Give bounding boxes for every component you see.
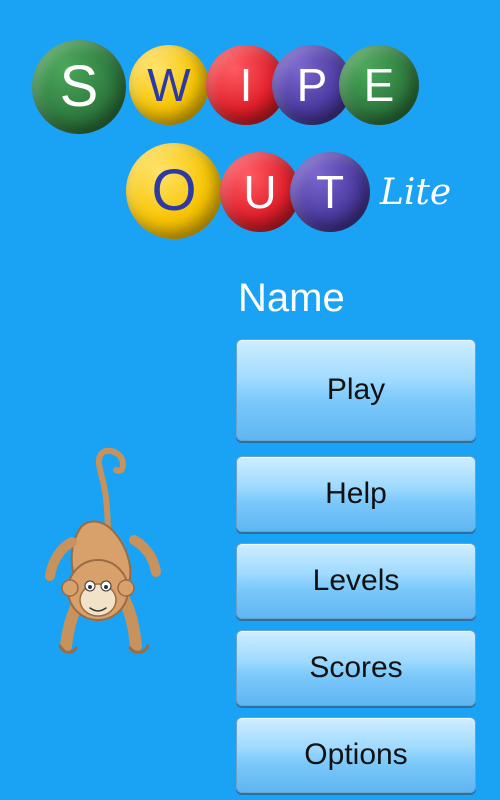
player-name-label: Name xyxy=(238,276,345,320)
help-button[interactable]: Help xyxy=(236,456,476,532)
options-button-label: Options xyxy=(304,738,408,771)
scores-button-label: Scores xyxy=(309,651,403,684)
logo-ball-u: U xyxy=(220,152,300,232)
play-button-label: Play xyxy=(326,373,386,406)
lite-label: Lite xyxy=(380,172,452,213)
levels-button[interactable]: Levels xyxy=(236,543,476,619)
levels-button-label: Levels xyxy=(312,564,400,597)
options-button[interactable]: Options xyxy=(236,717,476,793)
play-button[interactable]: Play xyxy=(236,339,476,441)
logo-ball-t: T xyxy=(290,152,370,232)
logo-ball-o: O xyxy=(126,143,222,239)
help-button-label: Help xyxy=(325,477,387,510)
swipe-out-logo: S W I P E O U T Lite xyxy=(0,0,500,260)
scores-button[interactable]: Scores xyxy=(236,630,476,706)
logo-ball-w: W xyxy=(129,45,209,125)
logo-ball-e: E xyxy=(339,45,419,125)
monkey-icon xyxy=(42,440,167,670)
main-menu-screen: S W I P E O U T Lite Name Play Help Leve… xyxy=(0,0,500,800)
logo-ball-s: S xyxy=(32,40,126,134)
